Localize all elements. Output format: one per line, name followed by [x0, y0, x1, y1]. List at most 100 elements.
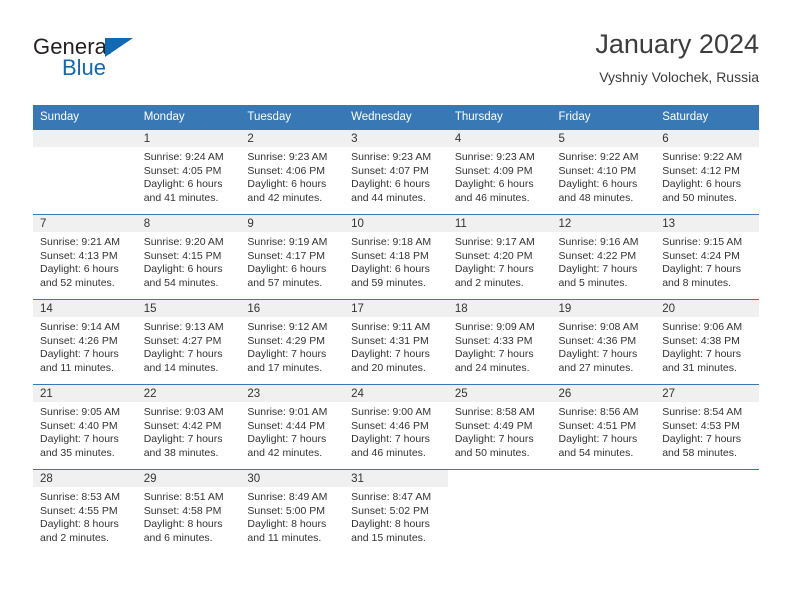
weekday-header-thursday: Thursday — [447, 105, 552, 130]
calendar-day-cell[interactable]: 26 Sunrise: 8:56 AM Sunset: 4:51 PM Dayligh… — [551, 384, 656, 470]
calendar-day-cell[interactable]: 30 Sunrise: 8:49 AM Sunset: 5:00 PM Dayligh… — [240, 469, 345, 554]
day-number: 13 — [655, 215, 759, 232]
day-detail-daylight-line1: Daylight: 6 hours — [662, 178, 742, 191]
calendar-day-cell[interactable]: 13 Sunrise: 9:15 AM Sunset: 4:24 PM Dayligh… — [655, 214, 759, 300]
day-detail-daylight-line2: and 31 minutes. — [662, 361, 737, 374]
calendar-day-cell[interactable]: 23 Sunrise: 9:01 AM Sunset: 4:44 PM Dayligh… — [240, 384, 345, 470]
calendar-day-cell[interactable]: 1 Sunrise: 9:24 AM Sunset: 4:05 PM Daylight… — [136, 129, 241, 215]
calendar-day-cell[interactable]: 27 Sunrise: 8:54 AM Sunset: 4:53 PM Dayligh… — [655, 384, 759, 470]
day-detail-sunset: Sunset: 4:29 PM — [247, 334, 326, 347]
day-detail-sunset: Sunset: 4:12 PM — [662, 164, 740, 177]
calendar-day-cell[interactable]: 17 Sunrise: 9:11 AM Sunset: 4:31 PM Dayligh… — [344, 299, 448, 385]
day-number: 30 — [240, 470, 345, 487]
day-details: Sunrise: 9:11 AM Sunset: 4:31 PM Daylight:… — [344, 317, 448, 375]
calendar-day-cell[interactable]: 16 Sunrise: 9:12 AM Sunset: 4:29 PM Dayligh… — [240, 299, 345, 385]
day-details: Sunrise: 9:22 AM Sunset: 4:10 PM Daylight:… — [552, 147, 656, 205]
day-detail-sunrise: Sunrise: 9:05 AM — [40, 406, 120, 418]
day-detail-daylight-line1: Daylight: 8 hours — [40, 518, 119, 531]
calendar-day-cell[interactable]: 10 Sunrise: 9:18 AM Sunset: 4:18 PM Dayligh… — [344, 214, 448, 300]
day-detail-sunrise: Sunrise: 9:13 AM — [143, 321, 224, 333]
day-detail-sunrise: Sunrise: 9:19 AM — [247, 236, 328, 248]
day-detail-daylight-line1: Daylight: 6 hours — [454, 178, 534, 191]
day-detail-daylight-line1: Daylight: 7 hours — [558, 433, 638, 446]
day-detail-daylight-line1: Daylight: 6 hours — [143, 178, 223, 191]
calendar-day-cell[interactable]: 24 Sunrise: 9:00 AM Sunset: 4:46 PM Dayligh… — [344, 384, 448, 470]
day-detail-daylight-line1: Daylight: 7 hours — [143, 348, 223, 361]
day-detail-sunrise: Sunrise: 9:20 AM — [143, 236, 224, 248]
day-detail-daylight-line1: Daylight: 7 hours — [247, 348, 327, 361]
day-details: Sunrise: 9:12 AM Sunset: 4:29 PM Daylight:… — [240, 317, 344, 375]
day-number: 8 — [136, 215, 241, 232]
calendar-day-cell[interactable]: 29 Sunrise: 8:51 AM Sunset: 4:58 PM Dayligh… — [136, 469, 241, 554]
day-details: Sunrise: 9:19 AM Sunset: 4:17 PM Daylight:… — [240, 232, 344, 290]
day-detail-sunrise: Sunrise: 9:21 AM — [40, 236, 120, 248]
day-detail-sunrise: Sunrise: 9:16 AM — [558, 236, 639, 248]
general-blue-logo[interactable]: General Blue — [33, 34, 213, 90]
day-detail-daylight-line1: Daylight: 7 hours — [143, 433, 223, 446]
day-number: 6 — [655, 130, 759, 147]
day-detail-daylight-line1: Daylight: 7 hours — [662, 348, 742, 361]
day-detail-daylight-line2: and 41 minutes. — [143, 191, 219, 204]
day-number: 24 — [344, 385, 448, 402]
day-detail-sunset: Sunset: 4:55 PM — [40, 504, 118, 517]
day-number: 22 — [136, 385, 241, 402]
calendar-day-cell[interactable]: 19 Sunrise: 9:08 AM Sunset: 4:36 PM Dayligh… — [551, 299, 656, 385]
day-detail-sunset: Sunset: 4:13 PM — [40, 249, 118, 262]
day-details: Sunrise: 8:58 AM Sunset: 4:49 PM Daylight:… — [448, 402, 552, 460]
day-detail-daylight-line2: and 17 minutes. — [247, 361, 323, 374]
calendar-day-cell[interactable]: 6 Sunrise: 9:22 AM Sunset: 4:12 PM Daylight… — [655, 129, 759, 215]
day-number — [447, 470, 552, 487]
calendar-day-cell[interactable]: 18 Sunrise: 9:09 AM Sunset: 4:33 PM Dayligh… — [447, 299, 552, 385]
day-number: 29 — [136, 470, 241, 487]
calendar-day-cell[interactable]: 9 Sunrise: 9:19 AM Sunset: 4:17 PM Daylight… — [240, 214, 345, 300]
calendar-day-cell[interactable]: 20 Sunrise: 9:06 AM Sunset: 4:38 PM Dayligh… — [655, 299, 759, 385]
day-details: Sunrise: 8:47 AM Sunset: 5:02 PM Daylight:… — [344, 487, 448, 545]
day-details: Sunrise: 8:51 AM Sunset: 4:58 PM Daylight:… — [137, 487, 241, 545]
day-detail-daylight-line1: Daylight: 6 hours — [143, 263, 223, 276]
day-detail-daylight-line1: Daylight: 7 hours — [454, 433, 534, 446]
day-detail-daylight-line2: and 11 minutes. — [247, 531, 322, 544]
day-detail-daylight-line2: and 59 minutes. — [351, 276, 426, 289]
calendar-day-cell[interactable]: 5 Sunrise: 9:22 AM Sunset: 4:10 PM Daylight… — [551, 129, 656, 215]
calendar-day-cell[interactable]: 7 Sunrise: 9:21 AM Sunset: 4:13 PM Daylight… — [33, 214, 137, 300]
calendar-day-cell[interactable]: 11 Sunrise: 9:17 AM Sunset: 4:20 PM Dayligh… — [447, 214, 552, 300]
day-detail-sunset: Sunset: 4:36 PM — [558, 334, 637, 347]
day-detail-sunrise: Sunrise: 8:49 AM — [247, 491, 328, 503]
calendar-day-cell[interactable]: 15 Sunrise: 9:13 AM Sunset: 4:27 PM Dayligh… — [136, 299, 241, 385]
day-number: 12 — [551, 215, 656, 232]
day-detail-sunset: Sunset: 4:27 PM — [143, 334, 222, 347]
day-detail-sunrise: Sunrise: 9:22 AM — [558, 151, 639, 163]
day-details: Sunrise: 9:24 AM Sunset: 4:05 PM Daylight:… — [137, 147, 241, 205]
day-detail-daylight-line2: and 58 minutes. — [662, 446, 737, 459]
day-detail-sunset: Sunset: 4:06 PM — [247, 164, 326, 177]
day-detail-sunset: Sunset: 4:05 PM — [143, 164, 222, 177]
day-detail-daylight-line2: and 15 minutes. — [351, 531, 426, 544]
calendar-day-cell[interactable]: 12 Sunrise: 9:16 AM Sunset: 4:22 PM Dayligh… — [551, 214, 656, 300]
weekday-header-monday: Monday — [136, 105, 241, 130]
calendar-day-cell[interactable]: 25 Sunrise: 8:58 AM Sunset: 4:49 PM Dayligh… — [447, 384, 552, 470]
day-detail-sunset: Sunset: 4:24 PM — [662, 249, 740, 262]
day-detail-daylight-line1: Daylight: 7 hours — [454, 348, 534, 361]
calendar-day-cell[interactable]: 4 Sunrise: 9:23 AM Sunset: 4:09 PM Daylight… — [447, 129, 552, 215]
calendar-week-row: 1 Sunrise: 9:24 AM Sunset: 4:05 PM Daylight… — [33, 129, 759, 215]
day-detail-sunrise: Sunrise: 8:53 AM — [40, 491, 120, 503]
day-number: 17 — [344, 300, 448, 317]
calendar-day-cell[interactable]: 31 Sunrise: 8:47 AM Sunset: 5:02 PM Dayligh… — [344, 469, 448, 554]
day-number: 23 — [240, 385, 345, 402]
calendar-day-cell[interactable]: 14 Sunrise: 9:14 AM Sunset: 4:26 PM Dayligh… — [33, 299, 137, 385]
calendar-day-cell[interactable]: 8 Sunrise: 9:20 AM Sunset: 4:15 PM Daylight… — [136, 214, 241, 300]
weekday-header-saturday: Saturday — [655, 105, 759, 130]
calendar-day-cell[interactable]: 3 Sunrise: 9:23 AM Sunset: 4:07 PM Daylight… — [344, 129, 448, 215]
day-detail-sunset: Sunset: 4:20 PM — [454, 249, 533, 262]
calendar-day-cell[interactable]: 21 Sunrise: 9:05 AM Sunset: 4:40 PM Dayligh… — [33, 384, 137, 470]
calendar-week-row: 14 Sunrise: 9:14 AM Sunset: 4:26 PM Dayligh… — [33, 299, 759, 385]
calendar-day-cell[interactable]: 28 Sunrise: 8:53 AM Sunset: 4:55 PM Dayligh… — [33, 469, 137, 554]
day-number: 7 — [33, 215, 137, 232]
calendar-day-cell[interactable]: 2 Sunrise: 9:23 AM Sunset: 4:06 PM Daylight… — [240, 129, 345, 215]
day-detail-daylight-line2: and 57 minutes. — [247, 276, 323, 289]
calendar-body: 1 Sunrise: 9:24 AM Sunset: 4:05 PM Daylight… — [33, 129, 759, 554]
day-detail-sunset: Sunset: 4:18 PM — [351, 249, 429, 262]
calendar-day-cell[interactable]: 22 Sunrise: 9:03 AM Sunset: 4:42 PM Dayligh… — [136, 384, 241, 470]
day-number: 4 — [447, 130, 552, 147]
day-number: 18 — [447, 300, 552, 317]
